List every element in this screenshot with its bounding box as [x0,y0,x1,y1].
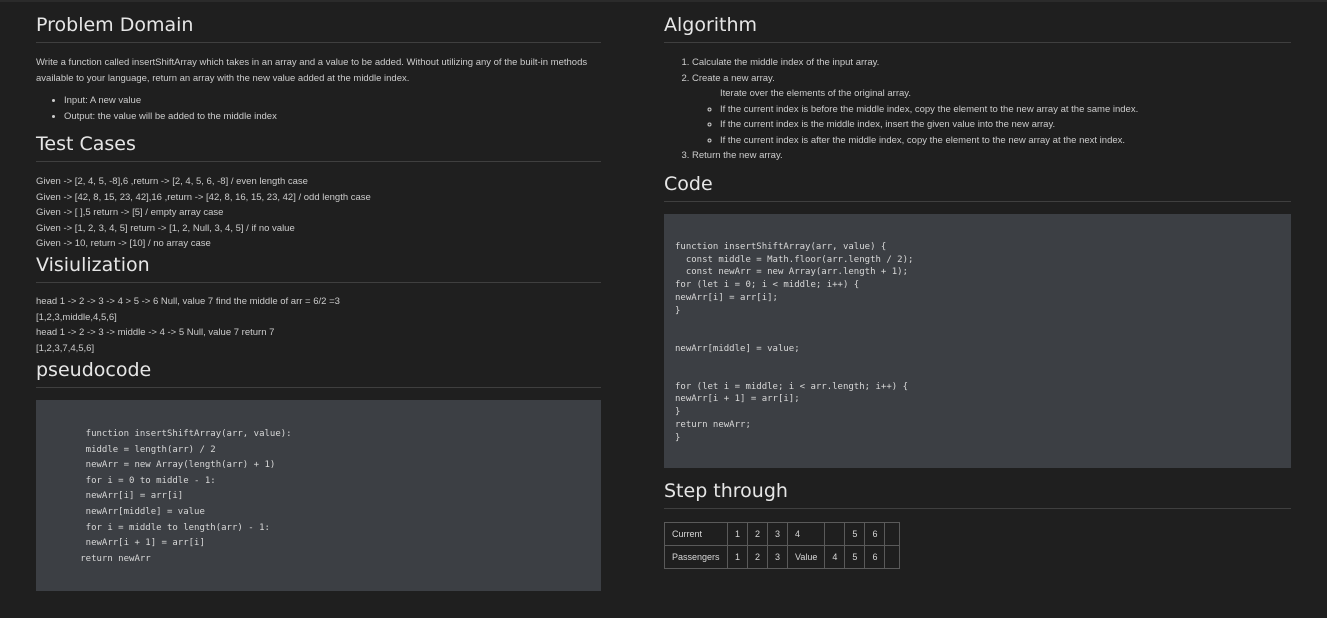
step-through-heading: Step through [664,480,1291,509]
visualization-line: head 1 -> 2 -> 3 -> middle -> 4 -> 5 Nul… [36,327,275,338]
table-row: Passengers 1 2 3 Value 4 5 6 [664,545,901,569]
test-case-line: Given -> [42, 8, 15, 23, 42],16 ,return … [36,191,371,203]
visualization-line: head 1 -> 2 -> 3 -> 4 > 5 -> 6 Null, val… [36,296,340,307]
table-cell: 4 [824,545,846,569]
table-cell: 4 [787,522,826,546]
list-item: Input: A new value [64,93,601,109]
algorithm-substep: If the current index is the middle index… [720,117,1291,133]
visualization-line: [1,2,3,7,4,5,6] [36,342,95,354]
algorithm-step: Create a new array. Iterate over the ele… [692,71,1291,149]
table-cell [884,545,901,569]
problem-description: Write a function called insertShiftArray… [36,57,588,84]
table-cell: 2 [747,522,769,546]
table-cell [824,522,846,546]
visualization-lines: head 1 -> 2 -> 3 -> 4 > 5 -> 6 Null, val… [36,294,601,356]
algorithm-steps: Calculate the middle index of the input … [664,55,1291,164]
table-cell: Passengers [664,545,728,569]
table-cell: Value [787,545,826,569]
table-cell: Current [664,522,728,546]
table-cell: 6 [864,522,886,546]
code-block: function insertShiftArray(arr, value) { … [664,214,1291,468]
table-cell: 3 [767,545,789,569]
problem-bullets: Input: A new value Output: the value wil… [36,93,601,124]
algorithm-heading: Algorithm [664,14,1291,43]
visualization-line: [1,2,3,middle,4,5,6] [36,311,117,323]
table-cell: 3 [767,522,789,546]
list-item: Output: the value will be added to the m… [64,109,601,125]
problem-domain-heading: Problem Domain [36,14,601,43]
algorithm-substeps: If the current index is before the middl… [692,102,1291,149]
test-case-line: Given -> [1, 2, 3, 4, 5] return -> [1, 2… [36,222,295,234]
algorithm-substep: If the current index is before the middl… [720,102,1291,118]
table-row: Current 1 2 3 4 5 6 [664,522,901,546]
code-heading: Code [664,173,1291,202]
visualization-heading: Visiulization [36,254,601,283]
step-through-table: Current 1 2 3 4 5 6 Passengers 1 2 3 Val… [664,522,901,569]
algorithm-substep: If the current index is after the middle… [720,133,1291,149]
table-cell [884,522,901,546]
test-case-line: Given -> [2, 4, 5, -8],6 ,return -> [2, … [36,176,308,187]
pseudocode-heading: pseudocode [36,359,601,388]
algorithm-step: Return the new array. [692,148,1291,164]
iterate-text: Iterate over the elements of the origina… [720,88,911,99]
test-cases-list: Given -> [2, 4, 5, -8],6 ,return -> [2, … [36,174,601,252]
table-cell: 1 [726,545,749,569]
table-cell: 6 [864,545,886,569]
test-cases-heading: Test Cases [36,133,601,162]
table-cell: 5 [844,545,866,569]
table-cell: 1 [726,522,749,546]
algorithm-step-text: Create a new array. [692,72,775,84]
algorithm-step: Calculate the middle index of the input … [692,55,1291,71]
table-cell: 2 [747,545,769,569]
pseudocode-block: function insertShiftArray(arr, value): m… [36,400,601,591]
test-case-line: Given -> [ ],5 return -> [5] / empty arr… [36,207,224,218]
table-cell: 5 [844,522,866,546]
top-bar [0,0,1327,2]
test-case-line: Given -> 10, return -> [10] / no array c… [36,238,211,249]
